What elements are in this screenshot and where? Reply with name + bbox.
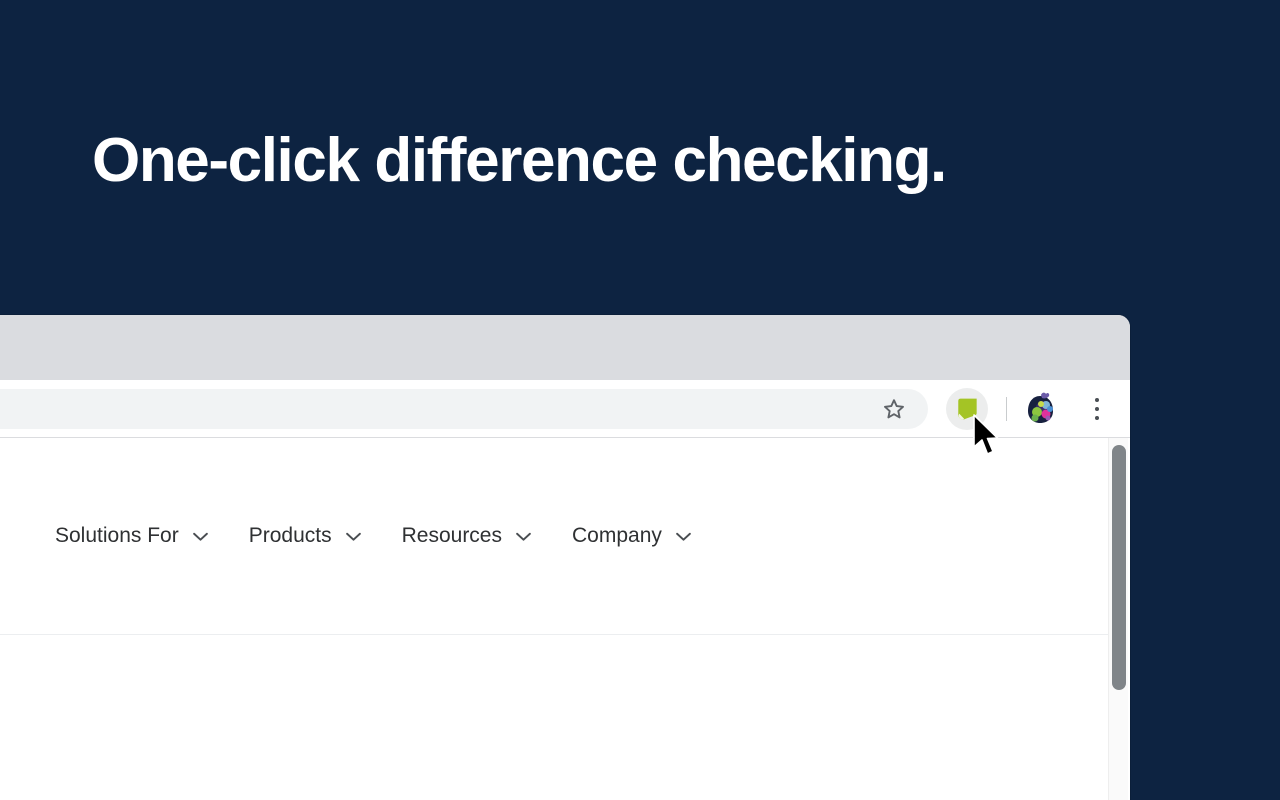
profile-avatar[interactable] <box>1022 390 1058 427</box>
chevron-down-icon <box>192 532 208 541</box>
nav-items-list: Solutions For Products Resources Company <box>55 500 692 572</box>
nav-item-label: Solutions For <box>55 524 179 547</box>
extension-icon-button[interactable] <box>946 387 988 430</box>
chevron-down-icon <box>345 532 361 541</box>
avatar-image <box>1022 390 1058 427</box>
browser-window: Solutions For Products Resources Company <box>0 315 1130 800</box>
page-scrollbar[interactable] <box>1108 438 1128 800</box>
menu-dot <box>1095 406 1099 411</box>
nav-item-company[interactable]: Company <box>572 524 692 548</box>
chevron-down-icon <box>676 532 691 541</box>
menu-dot <box>1095 397 1099 402</box>
page-scrollbar-thumb[interactable] <box>1112 445 1126 690</box>
browser-tab-strip <box>0 315 1130 380</box>
chevron-down-icon <box>516 532 531 541</box>
nav-item-resources[interactable]: Resources <box>402 524 532 548</box>
page-viewport: Solutions For Products Resources Company <box>0 438 1130 800</box>
nav-item-label: Products <box>248 524 332 547</box>
hero-headline: One-click difference checking. <box>92 126 947 195</box>
browser-toolbar <box>0 380 1130 438</box>
toolbar-divider <box>1006 396 1007 421</box>
nav-item-label: Resources <box>401 524 502 547</box>
bookmark-star-icon[interactable] <box>882 397 906 421</box>
nav-item-label: Company <box>572 524 662 547</box>
menu-dot <box>1095 415 1099 420</box>
browser-menu-button[interactable] <box>1082 392 1112 426</box>
extension-icon <box>958 398 977 420</box>
address-bar[interactable] <box>0 389 928 429</box>
page-content-area <box>0 636 1108 800</box>
nav-item-solutions-for[interactable]: Solutions For <box>55 524 209 548</box>
nav-item-products[interactable]: Products <box>249 524 362 548</box>
site-navigation-bar: Solutions For Products Resources Company <box>0 438 1108 635</box>
